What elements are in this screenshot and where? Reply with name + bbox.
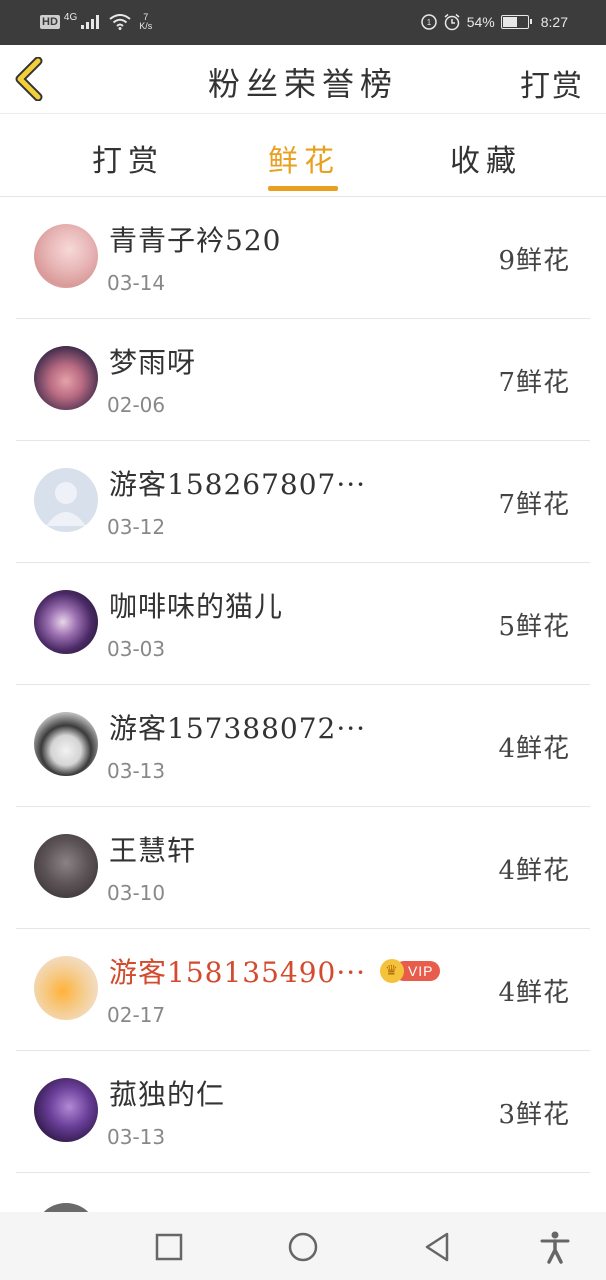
- speed-unit: K/s: [139, 21, 153, 31]
- fan-name: 青青子衿520: [109, 224, 282, 257]
- flower-count: 9鲜花: [498, 246, 570, 276]
- fan-name: 游客158135490··· ♛ VIP: [109, 951, 440, 991]
- recent-apps-icon[interactable]: [152, 1230, 186, 1264]
- fan-row[interactable]: 王慧轩 03-10 4鲜花: [16, 807, 590, 929]
- hd-indicator: HD: [40, 15, 60, 29]
- system-nav-bar: [0, 1212, 606, 1280]
- flower-count: 7鲜花: [498, 490, 570, 520]
- avatar: [34, 956, 98, 1020]
- data-saver-icon: 1: [420, 14, 437, 30]
- avatar: [34, 468, 98, 532]
- status-bar: HD 4G 7 K/s 1 54% 8:27: [0, 0, 606, 45]
- reward-button[interactable]: 打赏: [520, 61, 584, 105]
- fan-date: 03-13: [107, 1125, 166, 1149]
- fan-name: 游客157388072···: [109, 712, 367, 745]
- flower-count: 4鲜花: [498, 734, 570, 764]
- tab-favorites[interactable]: 收藏: [450, 136, 522, 180]
- fan-date: 03-12: [107, 515, 166, 539]
- fan-row[interactable]: 游客158267807··· 03-12 7鲜花: [16, 441, 590, 563]
- fan-date: 03-14: [107, 271, 166, 295]
- flower-count: 5鲜花: [498, 612, 570, 642]
- status-right: 1 54% 8:27: [420, 13, 568, 31]
- fan-name: 咖啡味的猫儿: [109, 590, 284, 623]
- flower-count: 4鲜花: [498, 978, 570, 1008]
- avatar: [34, 224, 98, 288]
- home-icon[interactable]: [286, 1230, 320, 1264]
- battery-icon: [500, 15, 532, 29]
- fan-row-partial[interactable]: [16, 1173, 590, 1213]
- active-tab-indicator: [268, 186, 338, 191]
- fan-date: 02-17: [107, 1003, 166, 1027]
- tab-flowers[interactable]: 鲜花: [268, 136, 340, 180]
- vip-badge: ♛ VIP: [379, 958, 440, 983]
- default-avatar-icon: [46, 482, 86, 526]
- flower-count: 7鲜花: [498, 368, 570, 398]
- status-left: HD 4G 7 K/s: [40, 13, 152, 31]
- svg-text:1: 1: [426, 18, 431, 27]
- fan-name: 菰独的仁: [109, 1078, 226, 1111]
- alarm-icon: [444, 13, 460, 31]
- tab-bar: 打赏 鲜花 收藏: [0, 114, 606, 197]
- flower-count: 3鲜花: [498, 1100, 570, 1130]
- app-header: 粉丝荣誉榜 打赏: [0, 45, 606, 114]
- network-speed: 7 K/s: [139, 13, 152, 31]
- avatar: [34, 346, 98, 410]
- fan-row[interactable]: 青青子衿520 03-14 9鲜花: [16, 197, 590, 319]
- fan-date: 03-03: [107, 637, 166, 661]
- fan-name: 梦雨呀: [109, 346, 197, 379]
- flower-count: 4鲜花: [498, 856, 570, 886]
- page-title: 粉丝荣誉榜: [207, 65, 398, 103]
- fan-date: 03-13: [107, 759, 166, 783]
- signal-icon: [81, 15, 100, 29]
- fan-name: 王慧轩: [109, 834, 197, 867]
- avatar: [34, 712, 98, 776]
- wifi-icon: [109, 14, 131, 30]
- tab-reward[interactable]: 打赏: [92, 136, 164, 180]
- accessibility-icon[interactable]: [538, 1230, 572, 1264]
- back-nav-icon[interactable]: [420, 1230, 454, 1264]
- avatar: [34, 834, 98, 898]
- fan-row[interactable]: 咖啡味的猫儿 03-03 5鲜花: [16, 563, 590, 685]
- network-type: 4G: [63, 12, 78, 23]
- fan-row[interactable]: 游客157388072··· 03-13 4鲜花: [16, 685, 590, 807]
- avatar: [34, 590, 98, 654]
- avatar: [34, 1078, 98, 1142]
- fan-name-text: 游客158135490···: [109, 956, 367, 989]
- fan-list: 青青子衿520 03-14 9鲜花 梦雨呀 02-06 7鲜花 游客158267…: [0, 197, 606, 1213]
- battery-percent: 54%: [466, 14, 495, 30]
- fan-date: 03-10: [107, 881, 166, 905]
- fan-row[interactable]: 菰独的仁 03-13 3鲜花: [16, 1051, 590, 1173]
- clock: 8:27: [540, 14, 568, 30]
- fan-name: 游客158267807···: [109, 468, 367, 501]
- fan-row[interactable]: 梦雨呀 02-06 7鲜花: [16, 319, 590, 441]
- fan-date: 02-06: [107, 393, 166, 417]
- fan-row[interactable]: 游客158135490··· ♛ VIP 02-17 4鲜花: [16, 929, 590, 1051]
- crown-icon: ♛: [379, 958, 404, 983]
